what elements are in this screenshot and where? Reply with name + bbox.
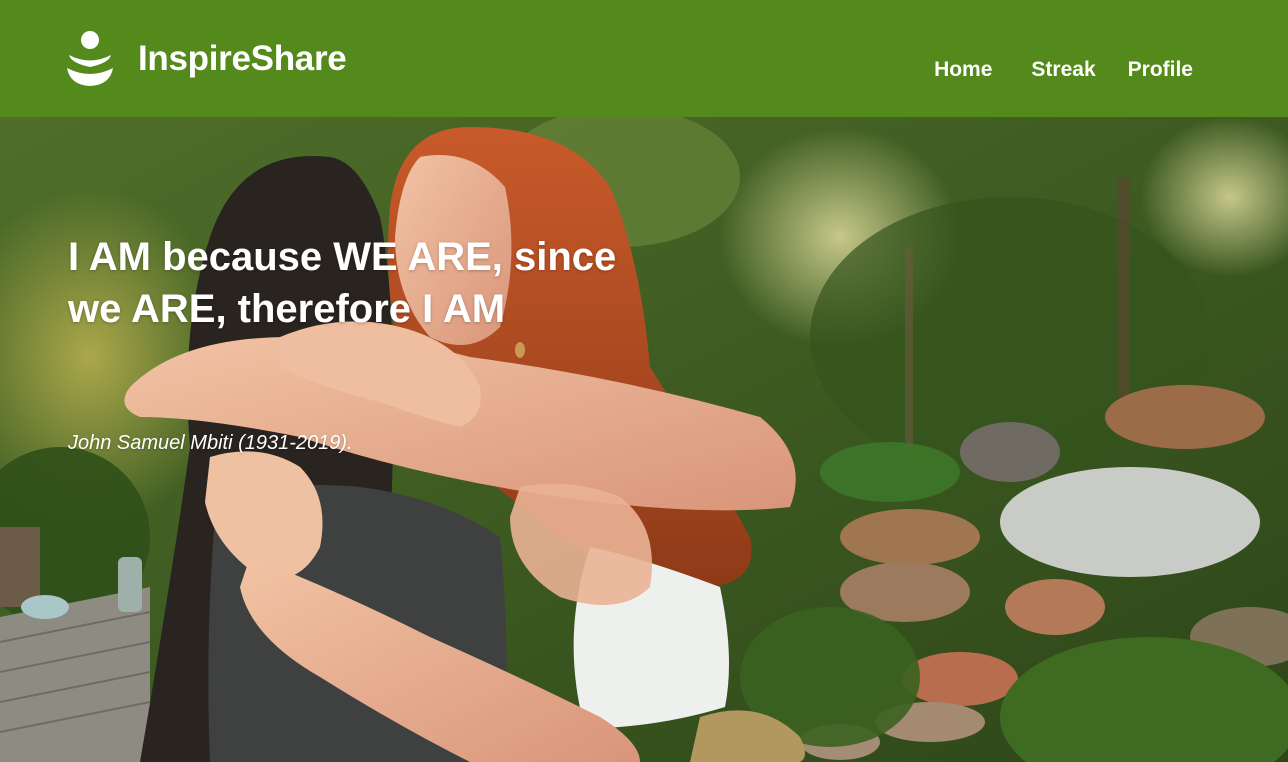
quote-author: John Samuel Mbiti (1931-2019).	[68, 432, 353, 454]
main-nav: Home Streak Profile	[934, 58, 1193, 82]
app-name: InspireShare	[138, 39, 347, 78]
nav-home-link[interactable]: Home	[934, 58, 992, 82]
nav-streak-link[interactable]: Streak	[1031, 58, 1095, 82]
person-waves-logo-icon	[67, 31, 113, 86]
hero-section: I AM because WE ARE, since we ARE, there…	[0, 117, 1288, 762]
hero-quote: I AM because WE ARE, since we ARE, there…	[68, 235, 617, 331]
brand[interactable]: InspireShare	[66, 29, 347, 89]
top-navbar: InspireShare Home Streak Profile	[0, 0, 1288, 117]
nav-profile-link[interactable]: Profile	[1128, 58, 1193, 82]
